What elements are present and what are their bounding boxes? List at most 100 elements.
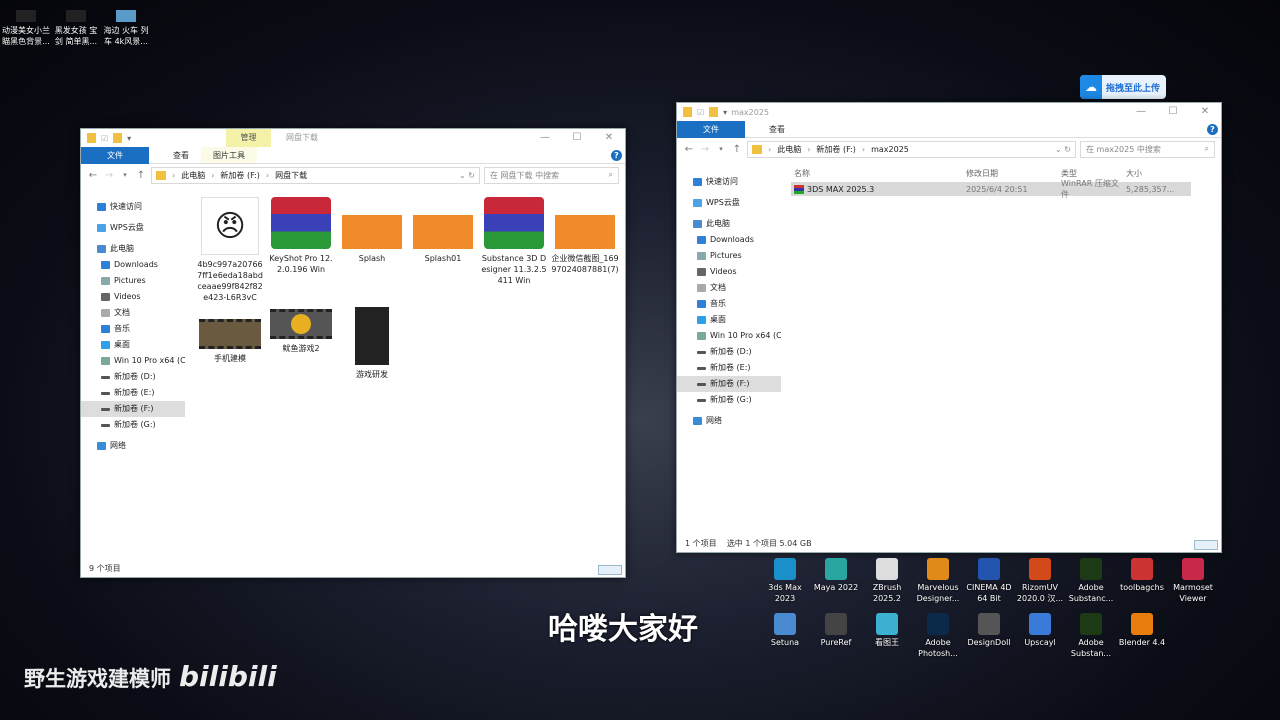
desktop-shortcut[interactable]: Blender 4.4	[1118, 613, 1166, 648]
column-type[interactable]: 类型	[1061, 168, 1126, 179]
nav-item[interactable]: Win 10 Pro x64 (C	[677, 328, 781, 344]
desktop-shortcut[interactable]: Setuna	[761, 613, 809, 648]
column-date[interactable]: 修改日期	[966, 168, 1061, 179]
nav-item[interactable]: 快速访问	[677, 174, 781, 190]
help-icon[interactable]: ?	[1207, 124, 1218, 135]
nav-item[interactable]: 此电脑	[81, 241, 185, 257]
desktop-shortcut[interactable]: 看图王	[863, 613, 911, 648]
desktop-shortcut[interactable]: RizomUV 2020.0 汉...	[1016, 558, 1064, 604]
breadcrumb-item[interactable]: 网盘下载	[275, 170, 307, 181]
desktop-shortcut[interactable]: Marvelous Designer...	[914, 558, 962, 604]
breadcrumb-item[interactable]: max2025	[871, 145, 909, 154]
search-input[interactable]: 在 max2025 中搜索 ⌕	[1080, 140, 1215, 158]
nav-item[interactable]: Pictures	[677, 248, 781, 264]
breadcrumb-item[interactable]: 新加卷 (F:)	[220, 170, 259, 181]
ribbon-tab[interactable]: 查看	[757, 121, 797, 137]
ribbon-tab[interactable]: 查看	[161, 147, 201, 163]
nav-item[interactable]: 新加卷 (F:)	[81, 401, 185, 417]
desktop-shortcut[interactable]: ZBrush 2025.2	[863, 558, 911, 604]
nav-item[interactable]: 音乐	[81, 321, 185, 337]
recent-dropdown[interactable]: ▾	[119, 171, 131, 179]
nav-item[interactable]: 新加卷 (G:)	[81, 417, 185, 433]
desktop-icon[interactable]: 动漫美女小兰 瞄黑色背景...	[2, 10, 50, 47]
desktop-shortcut[interactable]: CINEMA 4D 64 Bit	[965, 558, 1013, 604]
up-button[interactable]: ↑	[731, 144, 743, 155]
column-size[interactable]: 大小	[1126, 168, 1191, 179]
nav-item[interactable]: Win 10 Pro x64 (C	[81, 353, 185, 369]
search-input[interactable]: 在 网盘下载 中搜索 ⌕	[484, 166, 619, 184]
desktop-shortcut[interactable]: Maya 2022	[812, 558, 860, 593]
file-item[interactable]: 鱿鱼游戏2	[267, 307, 335, 354]
file-row[interactable]: 3DS MAX 2025.3 2025/6/4 20:51 WinRAR 压缩文…	[791, 179, 1191, 199]
up-button[interactable]: ↑	[135, 170, 147, 181]
nav-item[interactable]: 新加卷 (F:)	[677, 376, 781, 392]
nav-item[interactable]: 此电脑	[677, 216, 781, 232]
file-item[interactable]: Substance 3D Designer 11.3.2.5411 Win	[480, 197, 548, 286]
recent-dropdown[interactable]: ▾	[715, 145, 727, 153]
desktop-shortcut[interactable]: toolbagchs	[1118, 558, 1166, 593]
ribbon-tab[interactable]: 文件	[677, 121, 745, 138]
minimize-button[interactable]: —	[529, 129, 561, 147]
nav-item[interactable]: 新加卷 (G:)	[677, 392, 781, 408]
column-name[interactable]: 名称	[791, 168, 966, 179]
nav-item[interactable]: Pictures	[81, 273, 185, 289]
close-button[interactable]: ✕	[1189, 103, 1221, 121]
desktop-shortcut[interactable]: Marmoset Viewer	[1169, 558, 1217, 604]
context-tab-manage[interactable]: 管理	[226, 129, 271, 147]
desktop-icon[interactable]: 黑发女孩 宝剑 简单黑...	[52, 10, 100, 47]
upload-drop-button[interactable]: ☁ 拖拽至此上传	[1080, 75, 1166, 99]
desktop-shortcut[interactable]: Adobe Substanc...	[1067, 558, 1115, 604]
address-bar[interactable]: › 此电脑 › 新加卷 (F:) › max2025 ⌄ ↻	[747, 140, 1076, 158]
refresh-icon[interactable]: ⌄ ↻	[459, 171, 475, 180]
nav-item[interactable]: 新加卷 (D:)	[81, 369, 185, 385]
breadcrumb-item[interactable]: 此电脑	[777, 144, 801, 155]
close-button[interactable]: ✕	[593, 129, 625, 147]
nav-item[interactable]: 快速访问	[81, 199, 185, 215]
desktop-shortcut[interactable]: Adobe Photosh...	[914, 613, 962, 659]
nav-item[interactable]: 桌面	[677, 312, 781, 328]
nav-item[interactable]: WPS云盘	[677, 195, 781, 211]
nav-item[interactable]: WPS云盘	[81, 220, 185, 236]
maximize-button[interactable]: ☐	[561, 129, 593, 147]
file-item[interactable]: KeyShot Pro 12.2.0.196 Win	[267, 197, 335, 275]
nav-item[interactable]: 音乐	[677, 296, 781, 312]
nav-item[interactable]: Downloads	[81, 257, 185, 273]
desktop-icon[interactable]: 海边 火车 列车 4k风景...	[102, 10, 150, 47]
back-button[interactable]: ←	[683, 144, 695, 155]
address-bar[interactable]: › 此电脑 › 新加卷 (F:) › 网盘下载 ⌄ ↻	[151, 166, 480, 184]
desktop-shortcut[interactable]: PureRef	[812, 613, 860, 648]
maximize-button[interactable]: ☐	[1157, 103, 1189, 121]
help-icon[interactable]: ?	[611, 150, 622, 161]
ribbon-tab[interactable]: 文件	[81, 147, 149, 164]
desktop-shortcut[interactable]: 3ds Max 2023	[761, 558, 809, 604]
nav-item[interactable]: Videos	[677, 264, 781, 280]
nav-item[interactable]: 新加卷 (E:)	[81, 385, 185, 401]
nav-item[interactable]: 文档	[81, 305, 185, 321]
nav-item[interactable]: Downloads	[677, 232, 781, 248]
nav-item[interactable]: Videos	[81, 289, 185, 305]
nav-item[interactable]: 新加卷 (E:)	[677, 360, 781, 376]
nav-item[interactable]: 新加卷 (D:)	[677, 344, 781, 360]
nav-item[interactable]: 网络	[81, 438, 185, 454]
refresh-icon[interactable]: ⌄ ↻	[1055, 145, 1071, 154]
view-toggle-icons[interactable]	[598, 565, 622, 575]
breadcrumb-item[interactable]: 新加卷 (F:)	[816, 144, 855, 155]
view-toggle-icons[interactable]	[1194, 540, 1218, 550]
nav-item[interactable]: 网络	[677, 413, 781, 429]
file-item[interactable]: 企业微信截图_16997024087881(7)	[551, 197, 619, 275]
file-item[interactable]: 游戏研发	[338, 307, 406, 380]
file-item[interactable]: 手机建模	[196, 307, 264, 364]
file-item[interactable]: Splash01	[409, 197, 477, 264]
desktop-shortcut[interactable]: Upscayl	[1016, 613, 1064, 648]
breadcrumb-item[interactable]: 此电脑	[181, 170, 205, 181]
desktop-shortcut[interactable]: DesignDoll	[965, 613, 1013, 648]
nav-item[interactable]: 桌面	[81, 337, 185, 353]
desktop-shortcut[interactable]: Adobe Substan...	[1067, 613, 1115, 659]
nav-item[interactable]: 文档	[677, 280, 781, 296]
forward-button[interactable]: →	[103, 170, 115, 181]
file-item[interactable]: Splash	[338, 197, 406, 264]
forward-button[interactable]: →	[699, 144, 711, 155]
back-button[interactable]: ←	[87, 170, 99, 181]
file-item[interactable]: 😠 4b9c997a207667ff1e6eda18abdceaae99f842f…	[196, 197, 264, 303]
ribbon-tab[interactable]: 图片工具	[201, 147, 257, 163]
